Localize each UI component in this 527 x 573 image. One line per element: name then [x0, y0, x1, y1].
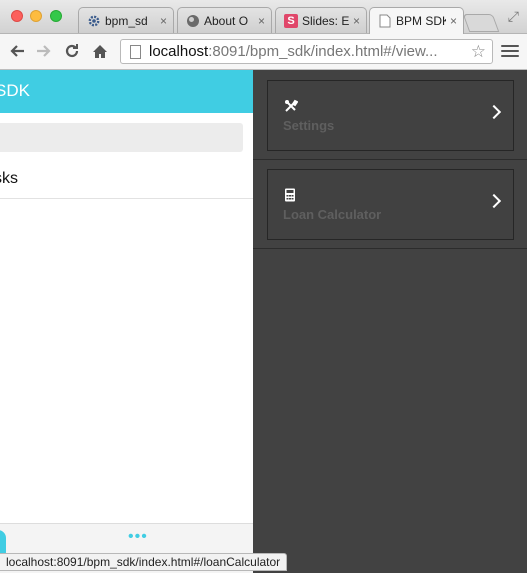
- url-host: localhost: [149, 43, 209, 60]
- tab-label: bpm_sd: [105, 13, 148, 28]
- new-tab-button[interactable]: [462, 14, 500, 32]
- chevron-right-icon: [486, 104, 502, 120]
- tab-label: Slides: E: [302, 13, 349, 28]
- tab-strip: bpm_sd × About O × S Slides: E × BPM SDK…: [0, 0, 527, 34]
- page-icon: [378, 14, 392, 28]
- globe-icon: [186, 14, 200, 28]
- slides-icon: S: [284, 13, 298, 28]
- fullscreen-icon[interactable]: ⤢: [508, 8, 519, 25]
- list-item-label: sks: [0, 170, 18, 187]
- url-text[interactable]: localhost:8091/bpm_sdk/index.html#/view.…: [149, 43, 471, 60]
- reload-icon: [65, 44, 79, 58]
- forward-arrow-icon: [37, 45, 51, 57]
- side-menu: Settings Loan Calculator: [253, 70, 527, 573]
- tab-close-icon[interactable]: ×: [450, 14, 457, 28]
- home-icon: [93, 44, 107, 58]
- url-path: :8091/bpm_sdk/index.html#/view...: [208, 43, 438, 60]
- bookmark-star-icon[interactable]: ☆: [471, 42, 486, 62]
- reload-button[interactable]: [61, 40, 83, 62]
- tab-close-icon[interactable]: ×: [353, 14, 360, 28]
- address-bar[interactable]: localhost:8091/bpm_sdk/index.html#/view.…: [120, 39, 493, 64]
- tools-icon: [284, 99, 299, 113]
- calculator-icon: [284, 188, 298, 202]
- tab-close-icon[interactable]: ×: [160, 14, 167, 28]
- home-button[interactable]: [89, 40, 111, 62]
- search-input[interactable]: [0, 123, 243, 152]
- browser-menu-icon[interactable]: [501, 42, 519, 60]
- back-arrow-icon: [10, 45, 24, 57]
- menu-item-label: Settings: [283, 118, 335, 133]
- page-icon: [130, 44, 141, 59]
- tab-slides[interactable]: S Slides: E ×: [275, 7, 367, 33]
- divider: [253, 159, 527, 160]
- zoom-window-button[interactable]: [50, 10, 62, 22]
- app-container: SDK sks ••• Settings Loan Calculator: [0, 70, 527, 573]
- main-panel: SDK sks •••: [0, 70, 253, 573]
- status-bar: localhost:8091/bpm_sdk/index.html#/loanC…: [0, 553, 288, 571]
- app-title: SDK: [0, 81, 30, 100]
- tab-bpm-sdk-docs[interactable]: bpm_sd ×: [78, 7, 174, 33]
- menu-item-label: Loan Calculator: [283, 207, 382, 222]
- browser-toolbar: localhost:8091/bpm_sdk/index.html#/view.…: [0, 34, 527, 70]
- more-icon[interactable]: •••: [128, 529, 148, 545]
- forward-button[interactable]: [33, 40, 55, 62]
- minimize-window-button[interactable]: [30, 10, 42, 22]
- back-button[interactable]: [6, 40, 28, 62]
- app-header: SDK: [0, 70, 253, 113]
- tab-close-icon[interactable]: ×: [258, 14, 265, 28]
- tab-label: BPM SDK: [396, 14, 446, 28]
- menu-item-loan-calculator[interactable]: Loan Calculator: [267, 169, 514, 240]
- slides-icon-letter: S: [284, 13, 298, 28]
- tab-label: About O: [204, 13, 249, 28]
- tab-about[interactable]: About O ×: [177, 7, 272, 33]
- tab-bpm-sdk[interactable]: BPM SDK ×: [369, 7, 464, 34]
- divider: [253, 248, 527, 249]
- chevron-right-icon: [486, 193, 502, 209]
- list-item[interactable]: sks: [0, 166, 253, 199]
- close-window-button[interactable]: [11, 10, 23, 22]
- menu-item-settings[interactable]: Settings: [267, 80, 514, 151]
- gear-icon: [87, 14, 101, 28]
